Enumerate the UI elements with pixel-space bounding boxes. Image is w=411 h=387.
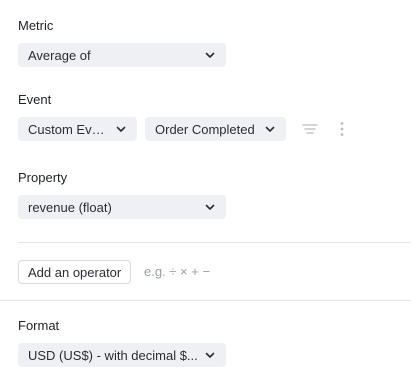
chevron-down-icon [205,52,215,58]
event-name-value: Order Completed [155,121,255,137]
event-label: Event [18,92,52,107]
format-select-value: USD (US$) - with decimal $... [28,347,198,363]
property-select[interactable]: revenue (float) [18,195,226,219]
format-label: Format [18,318,60,333]
vertical-ellipsis-icon[interactable] [332,119,352,139]
event-type-value: Custom Event [28,121,109,137]
divider [0,300,411,301]
chevron-down-icon [205,352,215,358]
property-select-value: revenue (float) [28,199,112,215]
event-type-select[interactable]: Custom Event [18,117,137,141]
add-operator-button[interactable]: Add an operator [18,260,132,284]
metric-label: Metric [18,18,54,33]
filter-lines-icon[interactable] [300,119,320,139]
chevron-down-icon [205,204,215,210]
event-name-select[interactable]: Order Completed [145,117,286,141]
format-select[interactable]: USD (US$) - with decimal $... [18,343,226,367]
chevron-down-icon [265,126,275,132]
property-label: Property [18,170,68,185]
metric-select[interactable]: Average of [18,43,226,67]
metric-select-value: Average of [28,47,91,63]
operator-hint: e.g. ÷ × + − [144,264,211,279]
divider [18,242,411,243]
chevron-down-icon [116,126,126,132]
